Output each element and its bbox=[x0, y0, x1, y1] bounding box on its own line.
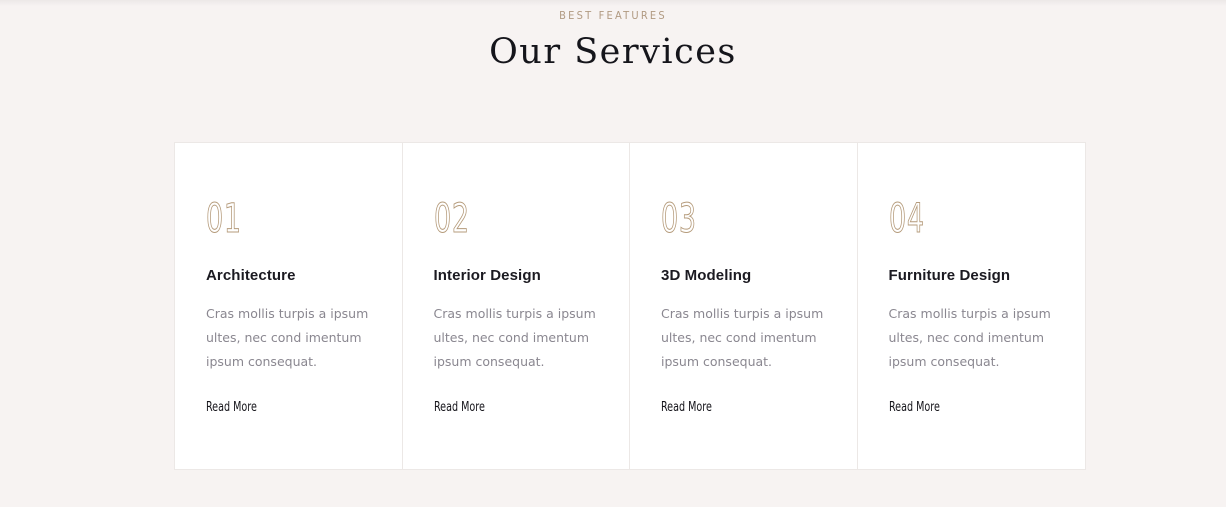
section-title: Our Services bbox=[489, 32, 737, 72]
read-more-link[interactable]: Read More bbox=[206, 400, 257, 415]
service-title[interactable]: 3D Modeling bbox=[661, 267, 751, 284]
service-title[interactable]: Architecture bbox=[206, 267, 296, 284]
service-description: Cras mollis turpis a ipsum ultes, nec co… bbox=[661, 306, 824, 369]
read-more-link[interactable]: Read More bbox=[661, 400, 712, 415]
service-card-furniture-design: 04 Furniture Design Cras mollis turpis a… bbox=[858, 143, 1086, 469]
service-number: 02 bbox=[433, 196, 470, 243]
service-description: Cras mollis turpis a ipsum ultes, nec co… bbox=[206, 306, 369, 369]
service-title[interactable]: Furniture Design bbox=[889, 267, 1011, 284]
service-number: 03 bbox=[661, 196, 697, 243]
services-grid: 01 Architecture Cras mollis turpis a ips… bbox=[174, 142, 1086, 470]
service-title[interactable]: Interior Design bbox=[434, 267, 541, 284]
section-eyebrow: BEST FEATURES bbox=[559, 9, 667, 22]
service-description: Cras mollis turpis a ipsum ultes, nec co… bbox=[888, 306, 1051, 369]
service-card-architecture: 01 Architecture Cras mollis turpis a ips… bbox=[175, 143, 403, 469]
service-number: 04 bbox=[888, 196, 925, 243]
service-card-interior-design: 02 Interior Design Cras mollis turpis a … bbox=[403, 143, 630, 469]
service-description: Cras mollis turpis a ipsum ultes, nec co… bbox=[433, 306, 596, 369]
read-more-link[interactable]: Read More bbox=[434, 400, 485, 415]
service-card-3d-modeling: 03 3D Modeling Cras mollis turpis a ipsu… bbox=[630, 143, 858, 469]
read-more-link[interactable]: Read More bbox=[889, 400, 940, 415]
service-number: 01 bbox=[206, 196, 242, 243]
header-shadow bbox=[0, 0, 1226, 6]
